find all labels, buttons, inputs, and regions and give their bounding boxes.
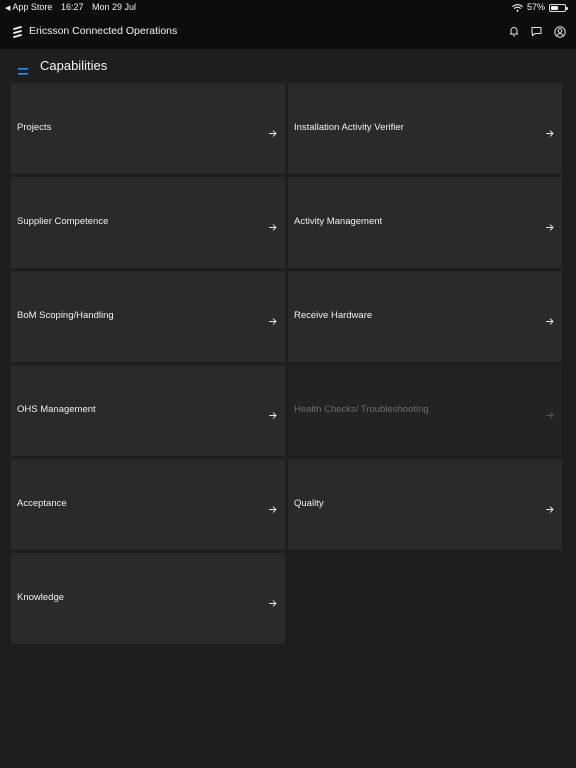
chat-icon[interactable] [530, 25, 543, 38]
capability-card-label: Receive Hardware [294, 310, 373, 321]
capability-card-label: BoM Scoping/Handling [17, 310, 114, 321]
capability-card-label: Installation Activity Verifier [294, 122, 404, 133]
header-actions [497, 25, 566, 38]
arrow-right-icon[interactable] [269, 500, 277, 518]
capability-card-label: Activity Management [294, 216, 383, 227]
battery-percent: 57% [526, 2, 545, 12]
battery-fill [551, 5, 558, 10]
arrow-right-icon[interactable] [269, 218, 277, 236]
capability-card-label: Knowledge [17, 592, 65, 603]
capability-card-bom-scoping-handling[interactable]: BoM Scoping/Handling [11, 271, 285, 362]
capability-card-health-checks-troubleshooting: Health Checks/ Troubleshooting [288, 365, 562, 456]
status-left: ◀ App Store 16:27 Mon 29 Jul [5, 0, 142, 16]
capability-card-label: Quality [294, 498, 324, 509]
ericsson-logo-icon [12, 25, 23, 43]
arrow-right-icon[interactable] [546, 500, 554, 518]
capability-card-knowledge[interactable]: Knowledge [11, 553, 285, 644]
capabilities-grid: Projects Installation Activity Verifier Su… [11, 83, 562, 644]
arrow-right-icon[interactable] [546, 124, 554, 142]
menu-icon[interactable] [18, 62, 28, 80]
page-header: Capabilities [0, 49, 576, 83]
battery-icon [549, 3, 568, 12]
capability-card-activity-management[interactable]: Activity Management [288, 177, 562, 268]
arrow-right-icon[interactable] [269, 312, 277, 330]
capability-card-supplier-competence[interactable]: Supplier Competence [11, 177, 285, 268]
capability-card-acceptance[interactable]: Acceptance [11, 459, 285, 550]
user-circle-icon[interactable] [553, 25, 566, 38]
capability-card-receive-hardware[interactable]: Receive Hardware [288, 271, 562, 362]
battery-tip [566, 6, 568, 10]
capability-card-ohs-management[interactable]: OHS Management [11, 365, 285, 456]
capability-card-label: Acceptance [17, 498, 67, 509]
capability-card-label: Supplier Competence [17, 216, 109, 227]
status-bar: ◀ App Store 16:27 Mon 29 Jul 57% [0, 0, 576, 15]
status-time: 16:27 [60, 2, 84, 12]
status-right: 57% [512, 0, 568, 15]
arrow-right-icon [546, 406, 554, 424]
status-date: Mon 29 Jul [91, 2, 137, 12]
capability-card-quality[interactable]: Quality [288, 459, 562, 550]
arrow-right-icon[interactable] [269, 594, 277, 612]
capability-card-installation-activity-verifier[interactable]: Installation Activity Verifier [288, 83, 562, 174]
capability-card-label: OHS Management [17, 404, 96, 415]
capability-card-label: Health Checks/ Troubleshooting [294, 404, 429, 415]
arrow-right-icon[interactable] [546, 218, 554, 236]
page-title: Capabilities [40, 58, 108, 73]
back-to-app-link[interactable]: App Store [12, 2, 52, 12]
arrow-right-icon[interactable] [269, 406, 277, 424]
bell-icon[interactable] [507, 25, 520, 38]
arrow-right-icon[interactable] [269, 124, 277, 142]
capability-card-label: Projects [17, 122, 52, 133]
capability-card-projects[interactable]: Projects [11, 83, 285, 174]
wifi-icon [512, 3, 523, 12]
back-arrow-icon[interactable]: ◀ [5, 1, 10, 16]
arrow-right-icon[interactable] [546, 312, 554, 330]
app-header: Ericsson Connected Operations [0, 15, 576, 49]
app-title: Ericsson Connected Operations [29, 25, 178, 37]
